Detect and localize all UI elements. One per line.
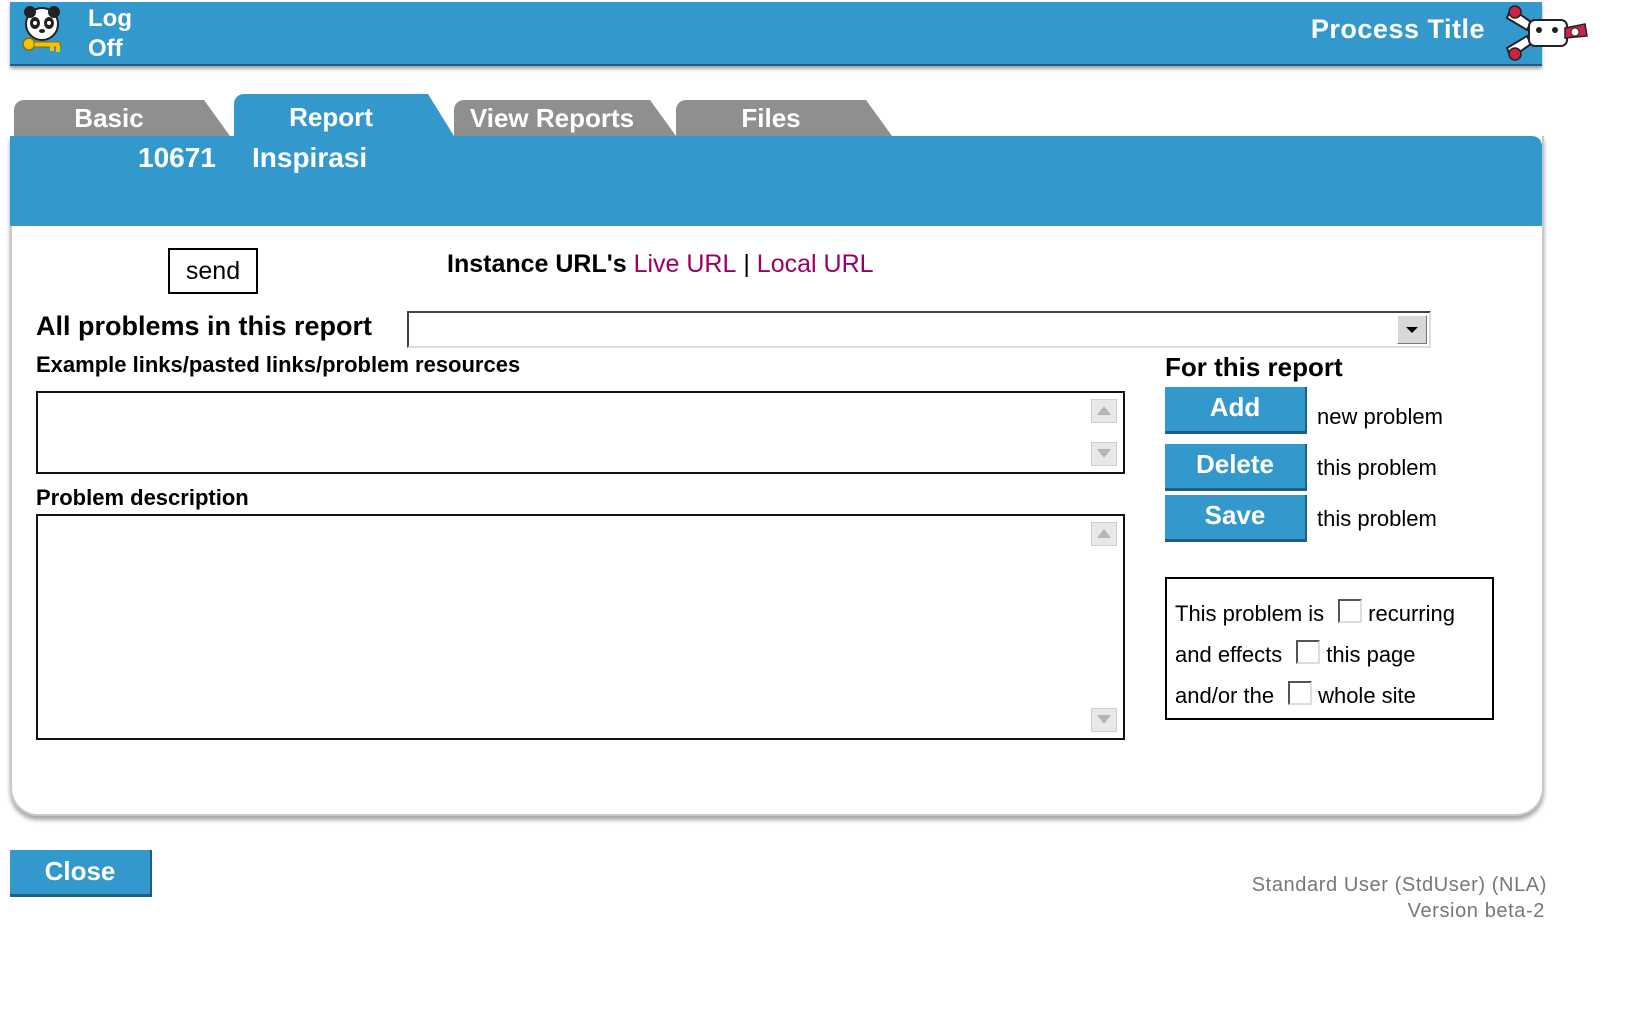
add-button[interactable]: Add	[1165, 387, 1307, 434]
log-off-link[interactable]: Log Off	[88, 4, 132, 64]
tab-basic[interactable]: Basic	[14, 100, 230, 136]
flag-recurring-prefix: This problem is	[1175, 601, 1325, 626]
chevron-down-icon[interactable]	[1397, 315, 1427, 344]
flag-site-prefix: and/or the	[1175, 683, 1275, 708]
flag-site-label: whole site	[1318, 683, 1416, 708]
scroll-down-icon[interactable]	[1091, 708, 1117, 732]
flag-row-recurring: This problem is recurring	[1175, 599, 1455, 627]
recurring-checkbox[interactable]	[1338, 599, 1363, 623]
all-problems-label: All problems in this report	[36, 311, 373, 341]
log-off-line2: Off	[88, 35, 123, 62]
save-note: this problem	[1317, 506, 1437, 531]
close-button[interactable]: Close	[10, 850, 152, 897]
live-url-link[interactable]: Live URL	[634, 250, 737, 278]
for-this-report-heading: For this report	[1165, 352, 1343, 382]
send-button[interactable]: send	[168, 248, 258, 294]
footer-user: Standard User (StdUser) (NLA)	[1251, 874, 1547, 896]
instance-urls-label: Instance URL's	[447, 250, 627, 278]
delete-button[interactable]: Delete	[1165, 444, 1307, 491]
tab-view-reports[interactable]: View Reports	[454, 100, 676, 136]
problem-description-textarea[interactable]	[36, 514, 1125, 740]
problem-description-label: Problem description	[36, 485, 249, 510]
flag-recurring-label: recurring	[1368, 601, 1455, 626]
flag-page-label: this page	[1326, 642, 1416, 667]
url-separator: |	[743, 250, 750, 278]
example-links-textarea[interactable]	[36, 391, 1125, 474]
process-title: Process Title	[1310, 14, 1485, 44]
example-links-label: Example links/pasted links/problem resou…	[36, 352, 521, 377]
report-panel-header	[10, 136, 1542, 226]
instance-urls: Instance URL's Live URL | Local URL	[447, 250, 874, 279]
scroll-down-icon[interactable]	[1091, 442, 1117, 466]
save-button[interactable]: Save	[1165, 495, 1307, 542]
footer-version: Version beta-2	[1407, 900, 1545, 922]
whole-site-checkbox[interactable]	[1288, 681, 1313, 705]
delete-note: this problem	[1317, 455, 1437, 480]
process-logo-icon	[1505, 5, 1588, 61]
this-page-checkbox[interactable]	[1296, 640, 1321, 664]
local-url-link[interactable]: Local URL	[757, 250, 874, 278]
flag-row-whole-site: and/or the whole site	[1175, 681, 1416, 709]
log-off-line1: Log	[88, 5, 132, 32]
problems-select[interactable]	[407, 311, 1431, 348]
panda-key-icon[interactable]	[20, 6, 64, 54]
report-id: 10671	[138, 142, 216, 173]
scroll-up-icon[interactable]	[1091, 399, 1117, 423]
scroll-up-icon[interactable]	[1091, 522, 1117, 546]
tab-report[interactable]: Report	[234, 94, 454, 136]
problem-flags-box: This problem is recurring and effects this…	[1165, 577, 1494, 720]
add-note: new problem	[1317, 404, 1443, 429]
flag-row-this-page: and effects this page	[1175, 640, 1416, 668]
flag-page-prefix: and effects	[1175, 642, 1283, 667]
report-name: Inspirasi	[252, 142, 368, 173]
tab-files[interactable]: Files	[676, 100, 892, 136]
